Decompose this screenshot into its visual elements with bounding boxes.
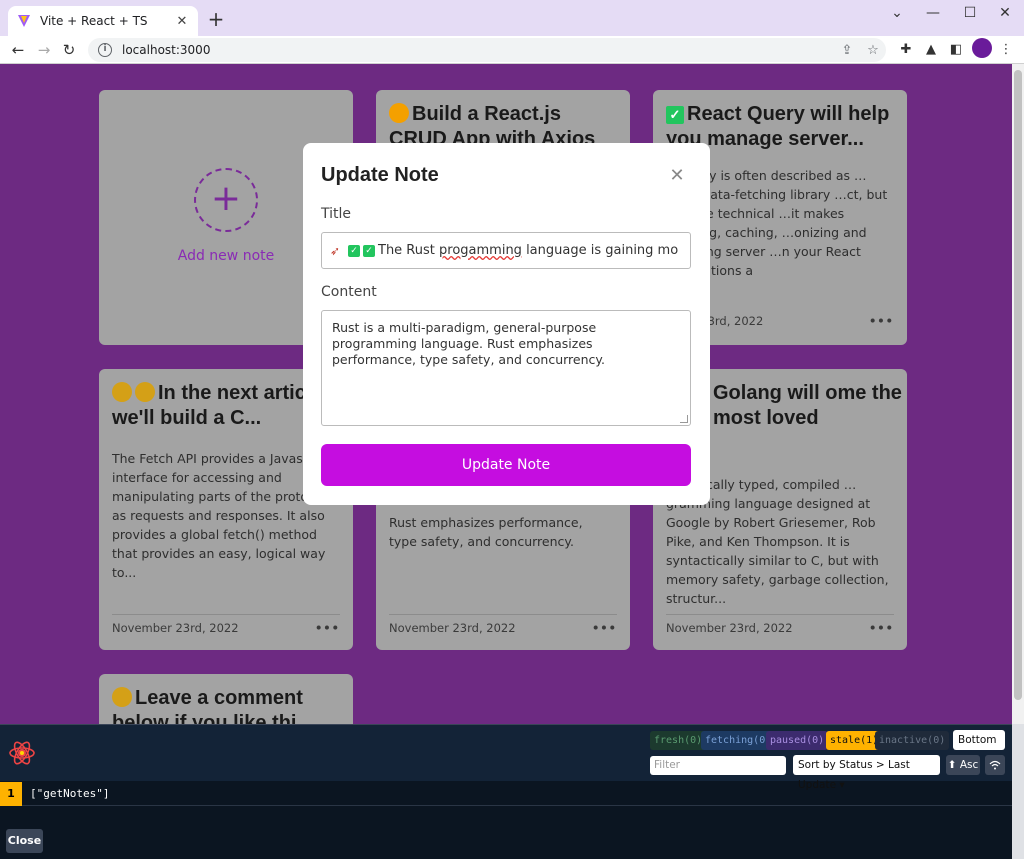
- share-icon[interactable]: ⇪: [834, 43, 860, 58]
- title-input[interactable]: ➶ ✓ ✓ The Rust progamming language is gaini…: [321, 232, 691, 269]
- title-label: Title: [321, 206, 352, 222]
- fresh-badge: fresh(0): [650, 731, 707, 750]
- plus-icon[interactable]: +: [194, 168, 258, 232]
- note-footer: November 23rd, 2022 •••: [389, 614, 617, 635]
- paused-badge: paused(0): [766, 731, 829, 750]
- sort-select[interactable]: Sort by Status > Last Update ▾: [793, 755, 940, 791]
- title-text: The Rust: [378, 243, 440, 258]
- menu-kebab-icon[interactable]: ⋮: [996, 40, 1016, 60]
- content-text: Rust is a multi-paradigm, general-purpos…: [332, 320, 605, 367]
- rocket-icon: ➶: [330, 243, 341, 258]
- tab-title: Vite + React + TS: [40, 14, 148, 28]
- side-panel-icon[interactable]: ◧: [946, 40, 966, 60]
- content-textarea[interactable]: Rust is a multi-paradigm, general-purpos…: [321, 310, 691, 426]
- note-content: Rust emphasizes performance, type safety,…: [389, 515, 583, 549]
- new-tab-button[interactable]: +: [206, 8, 226, 30]
- backhand-index-pointing-down-icon: [135, 382, 155, 402]
- note-footer: November 23rd, 2022 •••: [112, 614, 340, 635]
- check-mark-icon: ✓: [363, 244, 375, 257]
- note-title: Golang will ome the most loved: [713, 382, 902, 429]
- minimize-button[interactable]: —: [918, 2, 948, 24]
- profile-avatar[interactable]: [972, 38, 992, 58]
- reload-icon[interactable]: ↻: [57, 38, 81, 62]
- page-scrollbar[interactable]: [1012, 64, 1024, 724]
- close-icon[interactable]: ✕: [667, 165, 687, 186]
- note-date: November 23rd, 2022: [389, 621, 516, 635]
- react-query-devtools: fresh(0) fetching(0) paused(0) stale(1) …: [0, 724, 1012, 859]
- update-note-button[interactable]: Update Note: [321, 444, 691, 486]
- bookmark-star-icon[interactable]: ☆: [860, 43, 886, 58]
- note-title: Leave a comment below if you like thi: [112, 687, 303, 724]
- smiling-face-with-heart-eyes-icon: [389, 103, 409, 123]
- position-select[interactable]: Bottom ▾: [953, 730, 1005, 766]
- toolbar: ← → ↻ i localhost:3000 ⇪ ☆ ✚ ▲ ◧ ⋮: [0, 36, 1024, 64]
- inactive-badge: inactive(0): [875, 731, 950, 750]
- fetching-badge: fetching(0): [701, 731, 776, 750]
- forward-arrow-icon[interactable]: →: [32, 38, 56, 62]
- flask-icon[interactable]: ▲: [921, 40, 941, 60]
- browser-tab[interactable]: Vite + React + TS ✕: [8, 6, 198, 36]
- wifi-icon[interactable]: [985, 755, 1005, 775]
- more-options-icon[interactable]: •••: [869, 621, 894, 635]
- stale-badge: stale(1): [826, 731, 883, 750]
- filter-input[interactable]: Filter: [650, 756, 786, 775]
- update-note-modal: Update Note ✕ Title ➶ ✓ ✓ The Rust progammi…: [303, 143, 710, 505]
- note-footer: November 23rd, 2022 •••: [666, 614, 894, 635]
- back-arrow-icon[interactable]: ←: [6, 38, 30, 62]
- title-text-rest: language is gaining mo: [521, 243, 679, 258]
- sort-direction-button[interactable]: ⬆ Asc: [946, 755, 980, 775]
- more-options-icon[interactable]: •••: [315, 621, 340, 635]
- close-window-button[interactable]: ✕: [990, 2, 1020, 24]
- tab-search-chevron-icon[interactable]: ⌄: [882, 2, 912, 24]
- check-mark-icon: ✓: [348, 244, 360, 257]
- query-observer-count: 1: [0, 782, 22, 806]
- url-text[interactable]: localhost:3000: [122, 43, 834, 57]
- query-key[interactable]: ["getNotes"]: [30, 782, 109, 806]
- extensions-puzzle-icon[interactable]: ✚: [896, 40, 916, 60]
- resize-handle-icon[interactable]: [680, 415, 688, 423]
- address-bar[interactable]: i localhost:3000 ⇪ ☆: [88, 38, 886, 62]
- vite-logo-icon: [16, 13, 32, 29]
- misspelled-word: progamming: [439, 243, 522, 258]
- scrollbar-thumb[interactable]: [1014, 70, 1022, 700]
- check-mark-icon: ✓: [666, 105, 684, 124]
- tab-close-icon[interactable]: ✕: [174, 14, 190, 29]
- modal-title: Update Note: [321, 164, 439, 186]
- more-options-icon[interactable]: •••: [869, 314, 894, 328]
- maximize-button[interactable]: ☐: [955, 2, 985, 24]
- site-info-icon[interactable]: i: [98, 43, 112, 57]
- backhand-index-pointing-down-icon: [112, 687, 132, 707]
- devtools-close-button[interactable]: Close: [6, 829, 43, 853]
- content-label: Content: [321, 284, 377, 300]
- react-query-logo-icon: [9, 741, 35, 765]
- devtools-header: fresh(0) fetching(0) paused(0) stale(1) …: [0, 725, 1012, 791]
- note-date: November 23rd, 2022: [666, 621, 793, 635]
- query-row[interactable]: 1 ["getNotes"]: [0, 782, 1012, 806]
- note-card[interactable]: Leave a comment below if you like thi: [99, 674, 353, 724]
- note-date: November 23rd, 2022: [112, 621, 239, 635]
- more-options-icon[interactable]: •••: [592, 621, 617, 635]
- tab-bar: Vite + React + TS ✕ + ⌄ — ☐ ✕: [0, 0, 1024, 36]
- backhand-index-pointing-down-icon: [112, 382, 132, 402]
